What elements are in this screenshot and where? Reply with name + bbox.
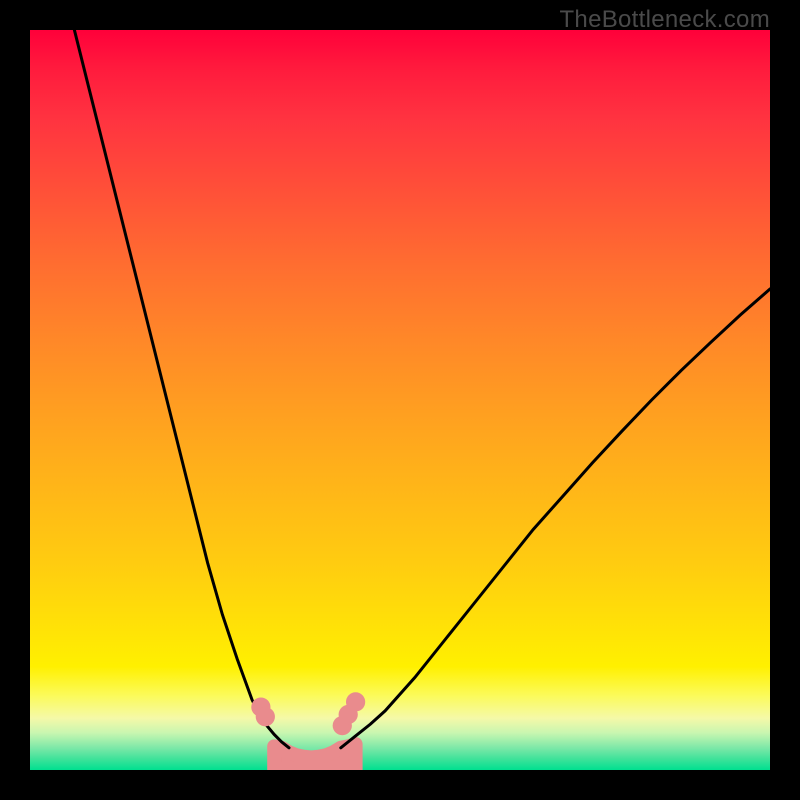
plot-area [30,30,770,770]
watermark-text: TheBottleneck.com [559,6,770,34]
chart-frame: TheBottleneck.com [0,0,800,800]
gradient-background [30,30,770,770]
